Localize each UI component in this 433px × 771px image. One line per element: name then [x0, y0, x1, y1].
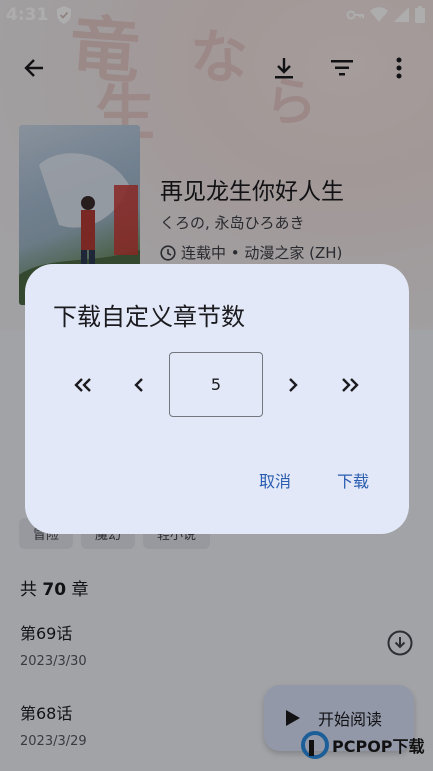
cancel-button[interactable]: 取消 — [259, 468, 291, 492]
dialog-title: 下载自定义章节数 — [53, 303, 245, 331]
increase-large-button[interactable] — [335, 370, 365, 400]
decrease-button[interactable] — [124, 370, 154, 400]
chapter-count-input[interactable]: 5 — [169, 352, 263, 417]
custom-download-dialog: 下载自定义章节数 5 取消 下载 — [25, 264, 409, 534]
dialog-actions: 取消 下载 — [259, 468, 369, 492]
increase-button[interactable] — [278, 370, 308, 400]
double-chevron-right-icon — [342, 378, 359, 392]
chapter-number-picker: 5 — [25, 352, 409, 418]
decrease-large-button[interactable] — [68, 370, 98, 400]
download-confirm-button[interactable]: 下载 — [337, 468, 369, 492]
chevron-left-icon — [134, 378, 143, 392]
chevron-right-icon — [289, 378, 298, 392]
double-chevron-left-icon — [74, 378, 91, 392]
